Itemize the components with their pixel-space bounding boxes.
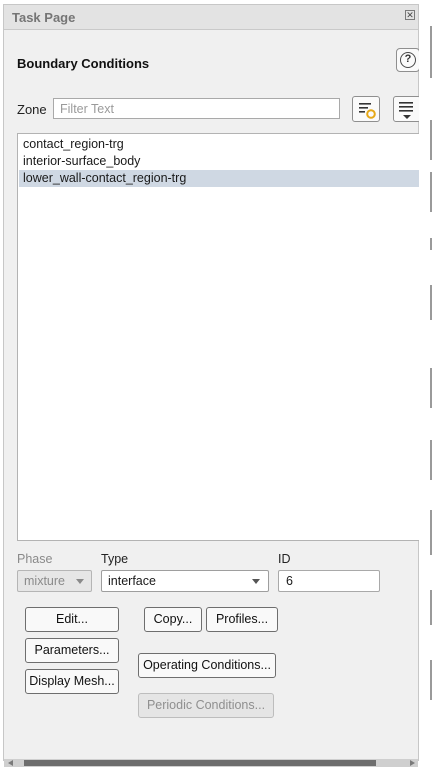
list-item-selected[interactable]: lower_wall-contact_region-trg xyxy=(19,170,419,187)
scroll-right-icon[interactable] xyxy=(410,760,415,766)
id-field[interactable]: 6 xyxy=(278,570,380,592)
phase-dropdown: mixture xyxy=(17,570,92,592)
phase-label: Phase xyxy=(17,552,53,566)
list-item[interactable]: interior-surface_body xyxy=(19,153,419,170)
list-menu-icon xyxy=(399,102,413,119)
type-label: Type xyxy=(101,552,129,566)
chevron-down-icon xyxy=(76,579,84,584)
adjacent-pane-edge xyxy=(419,0,432,767)
periodic-conditions-button: Periodic Conditions... xyxy=(138,693,274,718)
chevron-down-icon xyxy=(252,579,260,584)
edit-button[interactable]: Edit... xyxy=(25,607,119,632)
profiles-button[interactable]: Profiles... xyxy=(206,607,278,632)
scrollbar-thumb[interactable] xyxy=(24,760,376,766)
operating-conditions-button[interactable]: Operating Conditions... xyxy=(138,653,276,678)
filter-options-button[interactable] xyxy=(352,96,380,122)
copy-button[interactable]: Copy... xyxy=(144,607,202,632)
list-menu-button[interactable] xyxy=(393,96,421,122)
type-value: interface xyxy=(108,574,156,588)
phase-value: mixture xyxy=(24,574,65,588)
id-label: ID xyxy=(278,552,291,566)
close-icon[interactable]: ✕ xyxy=(405,10,415,20)
zone-label: Zone xyxy=(17,102,47,117)
help-icon: ? xyxy=(400,52,416,68)
display-mesh-button[interactable]: Display Mesh... xyxy=(25,669,119,694)
type-dropdown[interactable]: interface xyxy=(101,570,269,592)
help-button[interactable]: ? xyxy=(396,48,420,72)
parameters-button[interactable]: Parameters... xyxy=(25,638,119,663)
zone-filter-input[interactable] xyxy=(53,98,340,119)
page-title: Boundary Conditions xyxy=(17,56,150,71)
scroll-left-icon[interactable] xyxy=(8,760,13,766)
filter-options-icon xyxy=(359,103,376,119)
window-title: Task Page xyxy=(12,10,76,25)
zone-list[interactable]: contact_region-trg interior-surface_body… xyxy=(17,133,422,541)
list-item[interactable]: contact_region-trg xyxy=(19,136,419,153)
